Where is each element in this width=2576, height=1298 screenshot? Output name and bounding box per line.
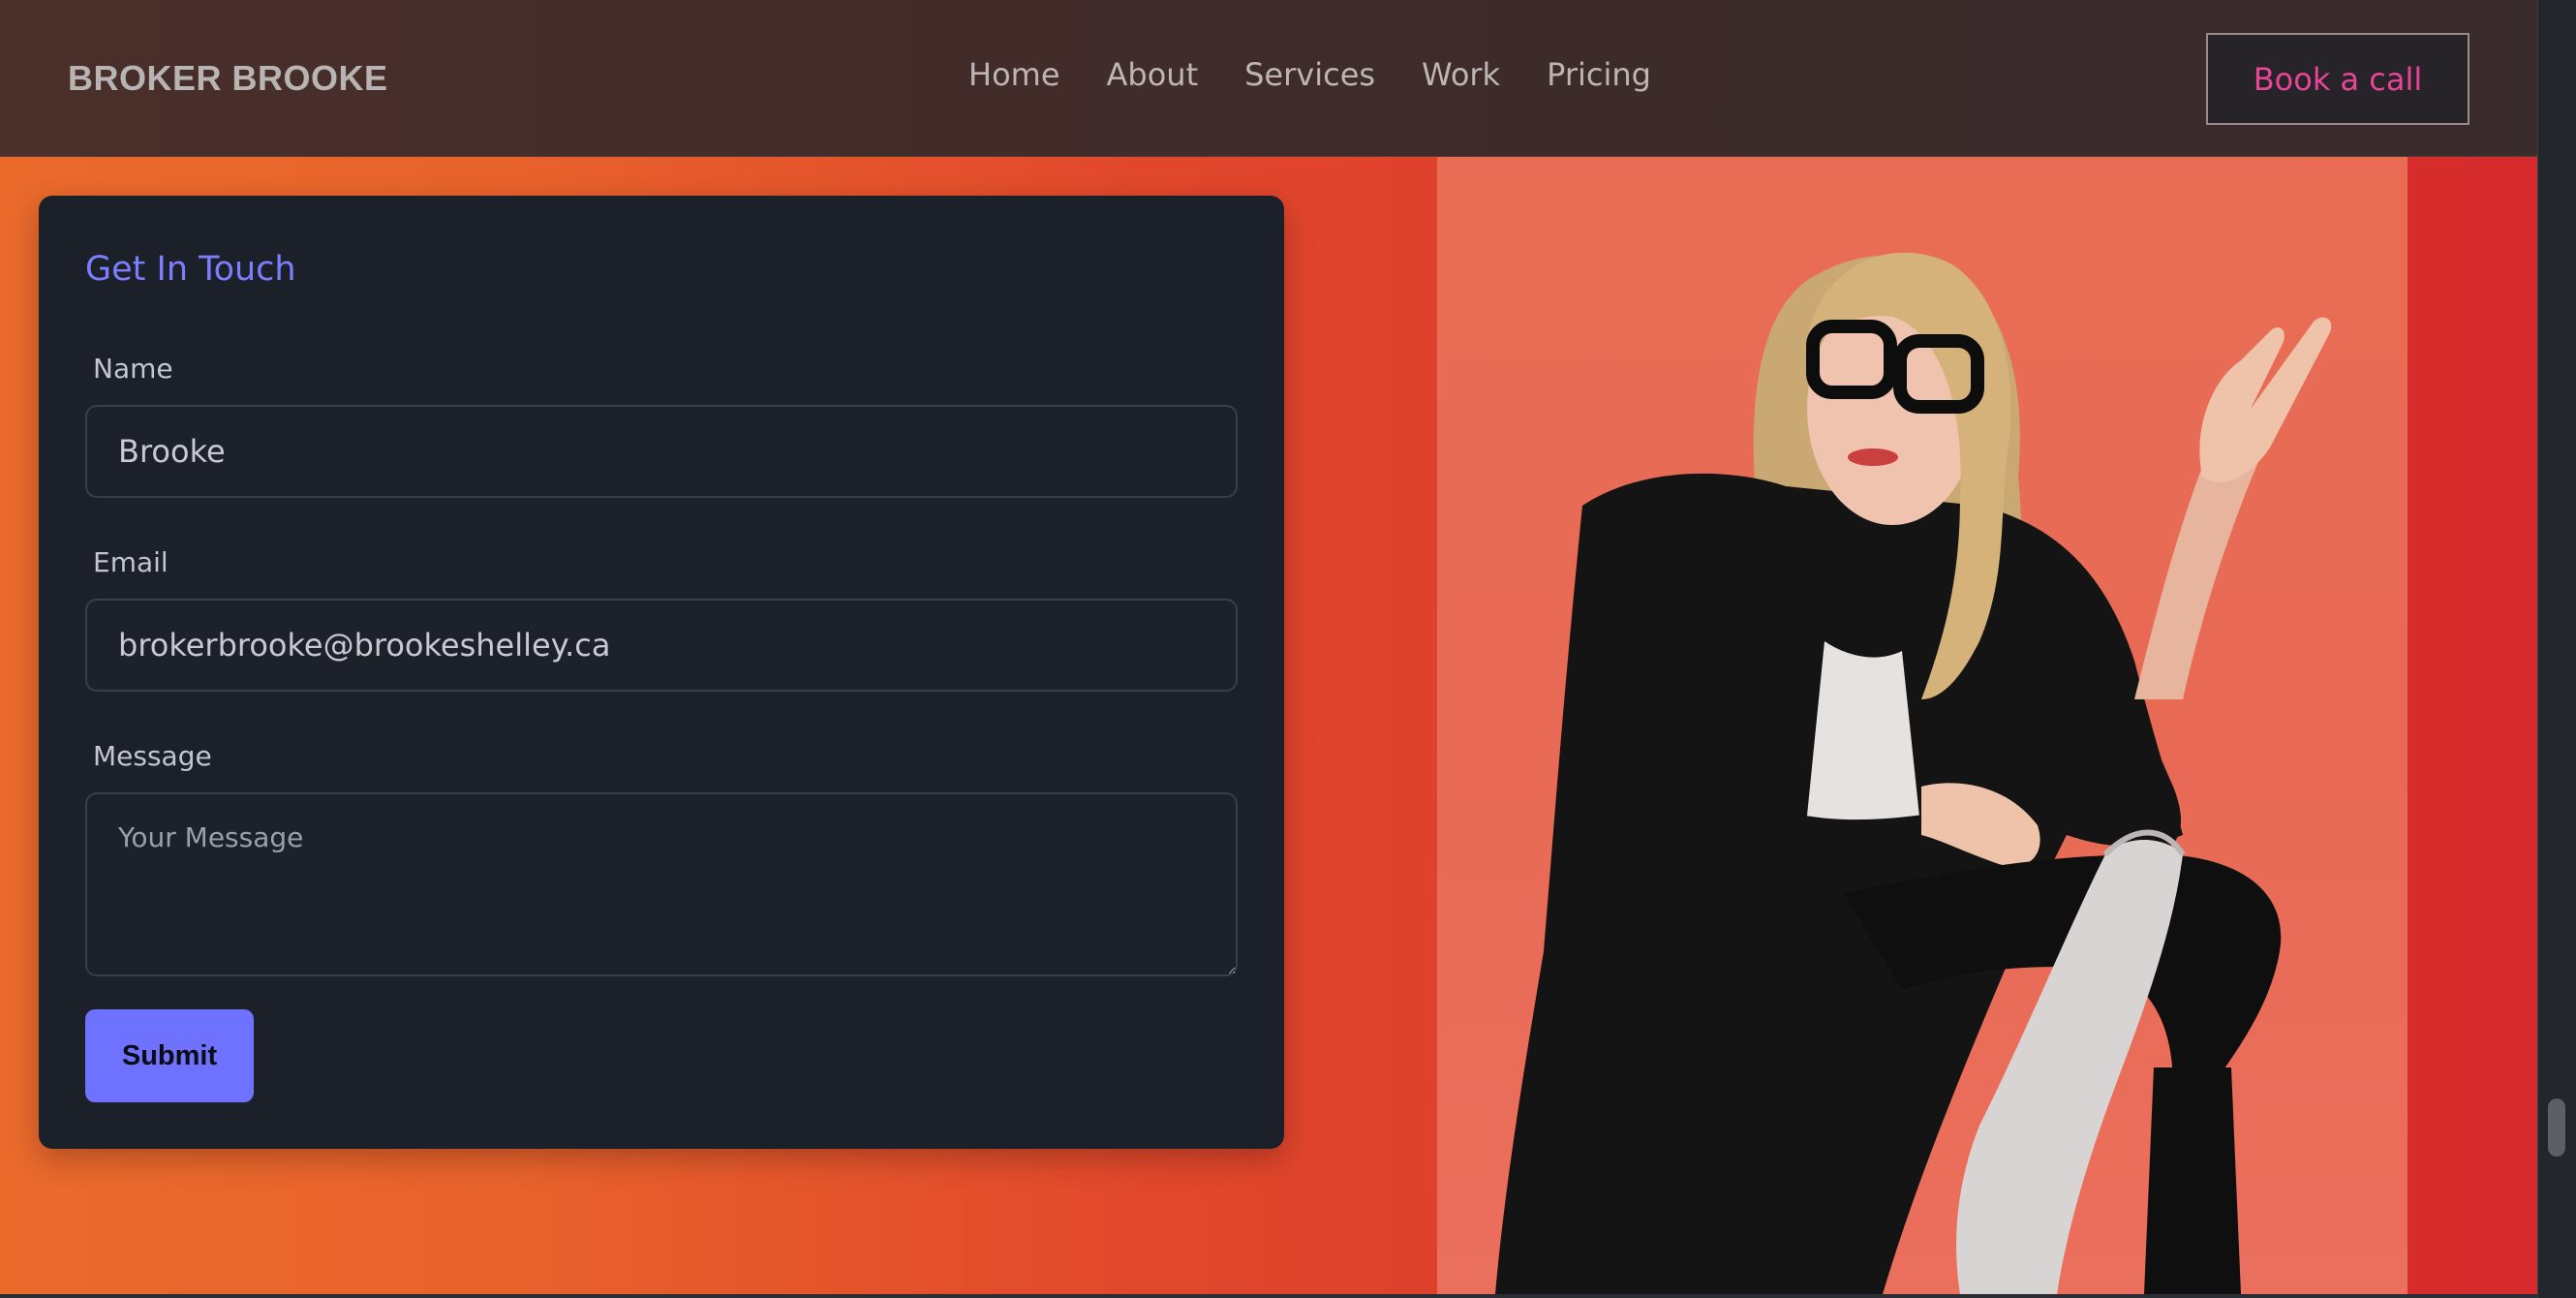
message-label: Message bbox=[93, 740, 212, 772]
nav-link-work[interactable]: Work bbox=[1422, 56, 1500, 93]
message-field[interactable] bbox=[85, 792, 1238, 976]
contact-form-card: Get In Touch Name Email Message Submit bbox=[39, 196, 1284, 1149]
page-viewport: BROKER BROOKE Home About Services Work P… bbox=[0, 0, 2537, 1294]
vertical-scrollbar[interactable] bbox=[2537, 0, 2576, 1298]
book-a-call-button[interactable]: Book a call bbox=[2206, 33, 2469, 125]
nav-link-about[interactable]: About bbox=[1107, 56, 1199, 93]
site-header: BROKER BROOKE Home About Services Work P… bbox=[0, 0, 2537, 157]
email-label: Email bbox=[93, 546, 169, 578]
name-label: Name bbox=[93, 353, 173, 385]
email-field[interactable] bbox=[85, 599, 1238, 692]
main-nav: Home About Services Work Pricing bbox=[968, 56, 1651, 93]
submit-button[interactable]: Submit bbox=[85, 1009, 254, 1102]
contact-form-title: Get In Touch bbox=[85, 250, 296, 289]
portrait-photo bbox=[1437, 157, 2407, 1294]
portrait-illustration bbox=[1495, 252, 2332, 1294]
scrollbar-thumb[interactable] bbox=[2548, 1098, 2565, 1157]
nav-link-services[interactable]: Services bbox=[1244, 56, 1375, 93]
brand-logo[interactable]: BROKER BROOKE bbox=[68, 58, 388, 99]
page-bottom-edge bbox=[0, 1294, 2537, 1298]
nav-link-home[interactable]: Home bbox=[968, 56, 1060, 93]
name-field[interactable] bbox=[85, 405, 1238, 498]
nav-link-pricing[interactable]: Pricing bbox=[1547, 56, 1651, 93]
